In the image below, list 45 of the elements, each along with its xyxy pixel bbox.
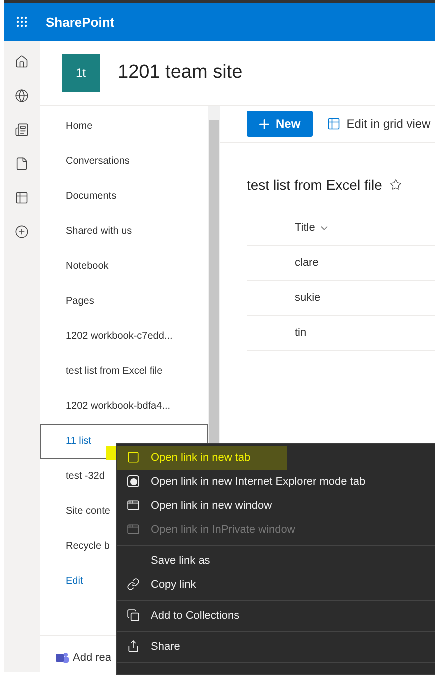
globe-icon[interactable] — [15, 89, 29, 103]
home-icon[interactable] — [15, 55, 29, 69]
menu-item[interactable]: Open link in new Internet Explorer mode tab — [117, 470, 435, 494]
nav-link[interactable]: Conversations — [40, 144, 208, 179]
star-icon[interactable] — [390, 179, 402, 191]
app-launcher-icon[interactable] — [16, 16, 28, 28]
nav-link[interactable]: Notebook — [40, 249, 208, 284]
menu-item[interactable]: Open link in new tab — [117, 446, 287, 470]
add-app-text[interactable]: Add rea — [73, 652, 112, 664]
menu-item[interactable]: Open link in new window — [117, 494, 435, 518]
site-title: 1201 team site — [118, 62, 243, 84]
table-cell: clare — [295, 257, 319, 269]
list-title: test list from Excel file — [247, 177, 382, 193]
menu-item[interactable]: Save link as — [117, 549, 435, 573]
share-icon — [127, 640, 140, 653]
nav-link[interactable]: 1202 workbook-c7edd... — [40, 319, 208, 354]
plus-icon — [257, 116, 272, 132]
nav-link[interactable]: Pages — [40, 284, 208, 319]
nav-link[interactable]: Documents — [40, 179, 208, 214]
app-name: SharePoint — [46, 14, 115, 30]
browser-icon — [127, 475, 140, 488]
teams-icon — [56, 652, 70, 664]
table-cell: sukie — [295, 292, 321, 304]
nav-link[interactable]: Shared with us — [40, 214, 208, 249]
menu-item[interactable]: Copy link — [117, 573, 435, 597]
window-icon — [127, 499, 140, 512]
create-icon[interactable] — [15, 225, 29, 239]
private-window-icon — [127, 523, 140, 536]
menu-item[interactable]: Share — [117, 635, 435, 659]
table-cell: tin — [295, 327, 307, 339]
link-icon — [127, 578, 140, 591]
grid-view-button[interactable]: Edit in grid view — [326, 117, 431, 131]
file-icon[interactable] — [15, 157, 29, 171]
list-icon[interactable] — [15, 191, 29, 205]
news-icon[interactable] — [15, 123, 29, 137]
tab-icon — [127, 451, 140, 464]
nav-link[interactable]: Home — [40, 109, 208, 144]
nav-link[interactable]: 1202 workbook-bdfa4... — [40, 389, 208, 424]
site-logo[interactable]: 1t — [62, 54, 100, 92]
nav-link[interactable]: test list from Excel file — [40, 354, 208, 389]
collections-icon — [127, 609, 140, 622]
menu-item[interactable]: Add to Collections — [117, 604, 435, 628]
new-button[interactable]: New — [247, 111, 313, 137]
grid-icon — [326, 117, 341, 131]
column-header[interactable]: Title — [295, 222, 316, 234]
